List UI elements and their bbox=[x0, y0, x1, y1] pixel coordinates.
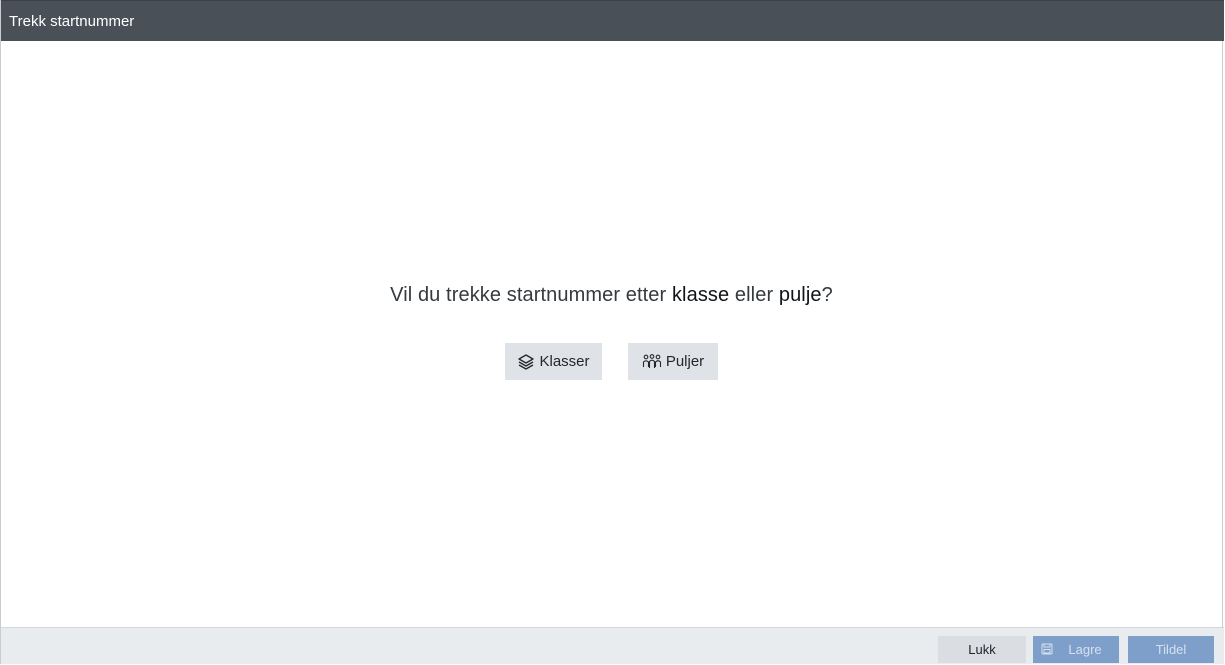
assign-button[interactable]: Tildel bbox=[1128, 636, 1214, 663]
classes-button[interactable]: Klasser bbox=[505, 343, 602, 380]
dialog-footer: Lukk Lagre Tildel bbox=[1, 627, 1224, 664]
question-option-class: klasse bbox=[671, 284, 730, 306]
group-icon bbox=[642, 353, 662, 371]
dialog-title: Trekk startnummer bbox=[9, 12, 135, 30]
save-button[interactable]: Lagre bbox=[1033, 636, 1119, 663]
question-text-middle: eller bbox=[729, 284, 779, 306]
draw-start-numbers-dialog: Trekk startnummer Vil du trekke startnum… bbox=[0, 0, 1224, 664]
layers-icon bbox=[517, 353, 535, 371]
right-edge bbox=[1220, 41, 1222, 627]
assign-button-label: Tildel bbox=[1155, 642, 1187, 657]
save-icon bbox=[1041, 643, 1053, 658]
close-button-label: Lukk bbox=[968, 642, 996, 657]
question-option-pool: pulje bbox=[778, 284, 822, 306]
pools-button[interactable]: Puljer bbox=[628, 343, 718, 380]
pools-button-label: Puljer bbox=[665, 353, 705, 370]
dialog-content: Vil du trekke startnummer etter klasse e… bbox=[1, 41, 1222, 627]
classes-button-label: Klasser bbox=[539, 353, 590, 370]
draw-mode-question: Vil du trekke startnummer etter klasse e… bbox=[1, 284, 1222, 307]
question-text-start: Vil du trekke startnummer etter bbox=[390, 284, 672, 306]
dialog-titlebar: Trekk startnummer bbox=[1, 0, 1224, 41]
save-button-label: Lagre bbox=[1068, 642, 1102, 657]
close-button[interactable]: Lukk bbox=[938, 636, 1026, 663]
question-text-end: ? bbox=[821, 284, 833, 306]
